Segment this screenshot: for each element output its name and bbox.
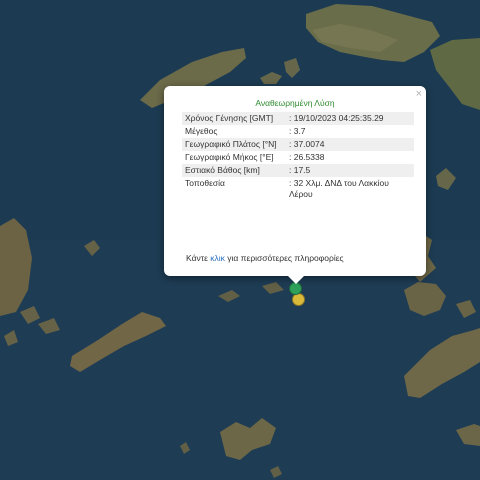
latitude-label: Γεωγραφικό Πλάτος [°N] xyxy=(182,138,286,151)
row-location: Τοποθεσία : 32 Χλμ. ΔΝΔ του Λακκίου Λέρο… xyxy=(182,177,414,201)
row-magnitude: Μέγεθος : 3.7 xyxy=(182,125,414,138)
more-info-prefix: Κάντε xyxy=(186,253,211,263)
latitude-value: : 37.0074 xyxy=(286,138,414,151)
earthquake-info-table: Χρόνος Γένησης [GMT] : 19/10/2023 04:25:… xyxy=(182,112,414,201)
magnitude-label: Μέγεθος xyxy=(185,126,218,136)
longitude-value: : 26.5338 xyxy=(289,152,325,162)
earthquake-info-popup: Αναθεωρημένη Λύση × Χρόνος Γένησης [GMT]… xyxy=(164,86,426,284)
row-longitude: Γεωγραφικό Μήκος [°E] : 26.5338 xyxy=(182,151,414,164)
origin-time-label: Χρόνος Γένησης [GMT] xyxy=(182,112,286,125)
longitude-label: Γεωγραφικό Μήκος [°E] xyxy=(185,152,274,162)
depth-value: : 17.5 xyxy=(286,164,414,177)
origin-time-value: : 19/10/2023 04:25:35.29 xyxy=(286,112,414,125)
row-origin-time: Χρόνος Γένησης [GMT] : 19/10/2023 04:25:… xyxy=(182,112,414,125)
location-value: : 32 Χλμ. ΔΝΔ του Λακκίου Λέρου xyxy=(289,178,389,199)
more-info-text: Κάντε κλικ για περισσότερες πληροφορίες xyxy=(186,253,344,263)
popup-title: Αναθεωρημένη Λύση xyxy=(255,98,335,108)
depth-label: Εστιακό Βάθος [km] xyxy=(182,164,286,177)
row-depth: Εστιακό Βάθος [km] : 17.5 xyxy=(182,164,414,177)
more-info-link[interactable]: κλικ xyxy=(210,253,225,263)
location-label: Τοποθεσία xyxy=(185,178,225,188)
satellite-map[interactable]: Αναθεωρημένη Λύση × Χρόνος Γένησης [GMT]… xyxy=(0,0,480,480)
row-latitude: Γεωγραφικό Πλάτος [°N] : 37.0074 xyxy=(182,138,414,151)
close-icon[interactable]: × xyxy=(416,88,422,100)
more-info-suffix: για περισσότερες πληροφορίες xyxy=(224,253,344,263)
magnitude-value: : 3.7 xyxy=(289,126,306,136)
